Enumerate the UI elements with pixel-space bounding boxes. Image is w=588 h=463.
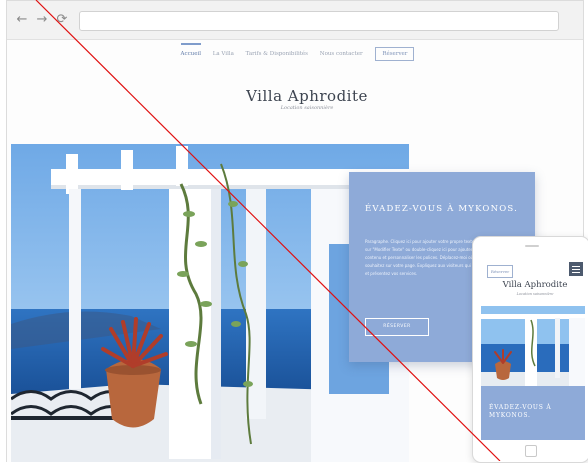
reserve-nav-button[interactable]: Réserver — [375, 47, 415, 61]
browser-toolbar: ← → ⟳ — [7, 1, 583, 40]
promo-heading: ÉVADEZ-VOUS À MYKONOS. — [365, 204, 519, 214]
mobile-promo-heading: ÉVADEZ-VOUS À MYKONOS. — [489, 404, 552, 419]
mobile-home-button — [525, 445, 537, 457]
address-bar[interactable] — [79, 11, 559, 31]
mobile-site-title: Villa Aphrodite — [502, 280, 568, 290]
nav-item-accueil[interactable]: Accueil — [180, 43, 202, 61]
mobile-site-subtitle: Location saisonnière — [516, 292, 554, 296]
site-navigation: Accueil La Villa Tarifs & Disponibilités… — [7, 43, 583, 67]
site-subtitle: Location saisonnière — [280, 105, 334, 111]
site-title: Villa Aphrodite — [246, 87, 368, 105]
nav-item-la-villa[interactable]: La Villa — [213, 47, 234, 61]
mobile-promo-card: ÉVADEZ-VOUS À MYKONOS. — [481, 386, 585, 440]
mobile-speaker — [525, 245, 539, 247]
mobile-hero-image — [481, 306, 585, 386]
mobile-reserve-button[interactable]: Réserver — [487, 265, 513, 278]
nav-item-contact[interactable]: Nous contacter — [320, 47, 363, 61]
hamburger-menu-icon[interactable] — [569, 262, 583, 276]
mobile-device-preview: Réserver Villa Aphrodite Location saison… — [472, 236, 588, 463]
nav-item-tarifs[interactable]: Tarifs & Disponibilités — [246, 47, 308, 61]
back-arrow-icon[interactable]: ← — [15, 13, 29, 27]
forward-arrow-icon[interactable]: → — [35, 13, 49, 27]
reserve-button[interactable]: RÉSERVER — [365, 318, 429, 336]
reload-icon[interactable]: ⟳ — [55, 13, 69, 27]
